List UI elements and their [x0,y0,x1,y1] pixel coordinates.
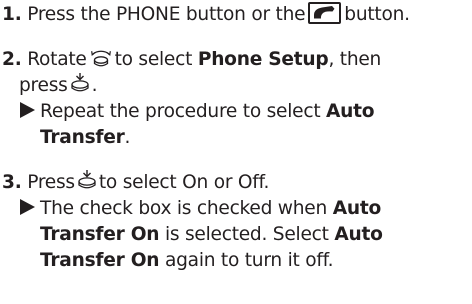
step-2-line-2: press . [19,72,98,99]
step-text: again to turn it off. [164,250,334,271]
step-text: is selected. Select [164,224,329,245]
step-1: 1. Press the PHONE button or the button. [2,1,410,28]
step-text: . [124,127,131,148]
step-text: Repeat the procedure to select [40,101,321,122]
step-3-line-1: 3. Press to select On or Off. [2,169,270,196]
arrow-right-icon [19,101,36,119]
step-text: . [91,75,98,96]
step-number: 1. [2,4,22,25]
menu-item-phone-setup: Phone Setup [197,49,329,70]
step-text: Press [27,172,75,193]
step-text: Press the PHONE button or the [27,4,306,25]
step-text: to select On or Off. [98,172,270,193]
menu-item-auto: Auto [332,198,382,219]
step-number: 3. [2,172,22,193]
step-number: 2. [2,49,22,70]
instruction-document: 1. Press the PHONE button or the button.… [0,0,472,304]
menu-item-transfer-on: Transfer On [40,224,160,245]
enter-button-icon [70,72,90,94]
arrow-right-icon [19,198,36,216]
step-text: Rotate [27,49,87,70]
menu-item-auto: Auto [334,224,383,245]
step-3-sub-line-1: The check box is checked when Auto [19,196,381,222]
step-3-sub-line-2: Transfer On is selected. Select Auto [40,222,383,248]
step-text: The check box is checked when [40,198,328,219]
enter-button-icon [77,169,97,191]
menu-item-auto-transfer: Auto [326,101,375,122]
step-text: to select [114,49,193,70]
menu-item-transfer-on: Transfer On [40,250,160,271]
step-2-line-1: 2. Rotate to select Phone Setup, then [2,47,381,73]
step-3-sub-line-3: Transfer On again to turn it off. [40,248,334,274]
selector-knob-icon [90,46,112,68]
step-2-sub-line-2: Transfer. [40,125,130,151]
step-2-sub-line-1: Repeat the procedure to select Auto [19,99,375,125]
step-text: press [19,75,68,96]
phone-button-icon [308,1,342,24]
menu-item-auto-transfer-cont: Transfer [40,127,125,148]
step-text-end: button. [344,4,410,25]
step-text: , then [328,49,382,70]
